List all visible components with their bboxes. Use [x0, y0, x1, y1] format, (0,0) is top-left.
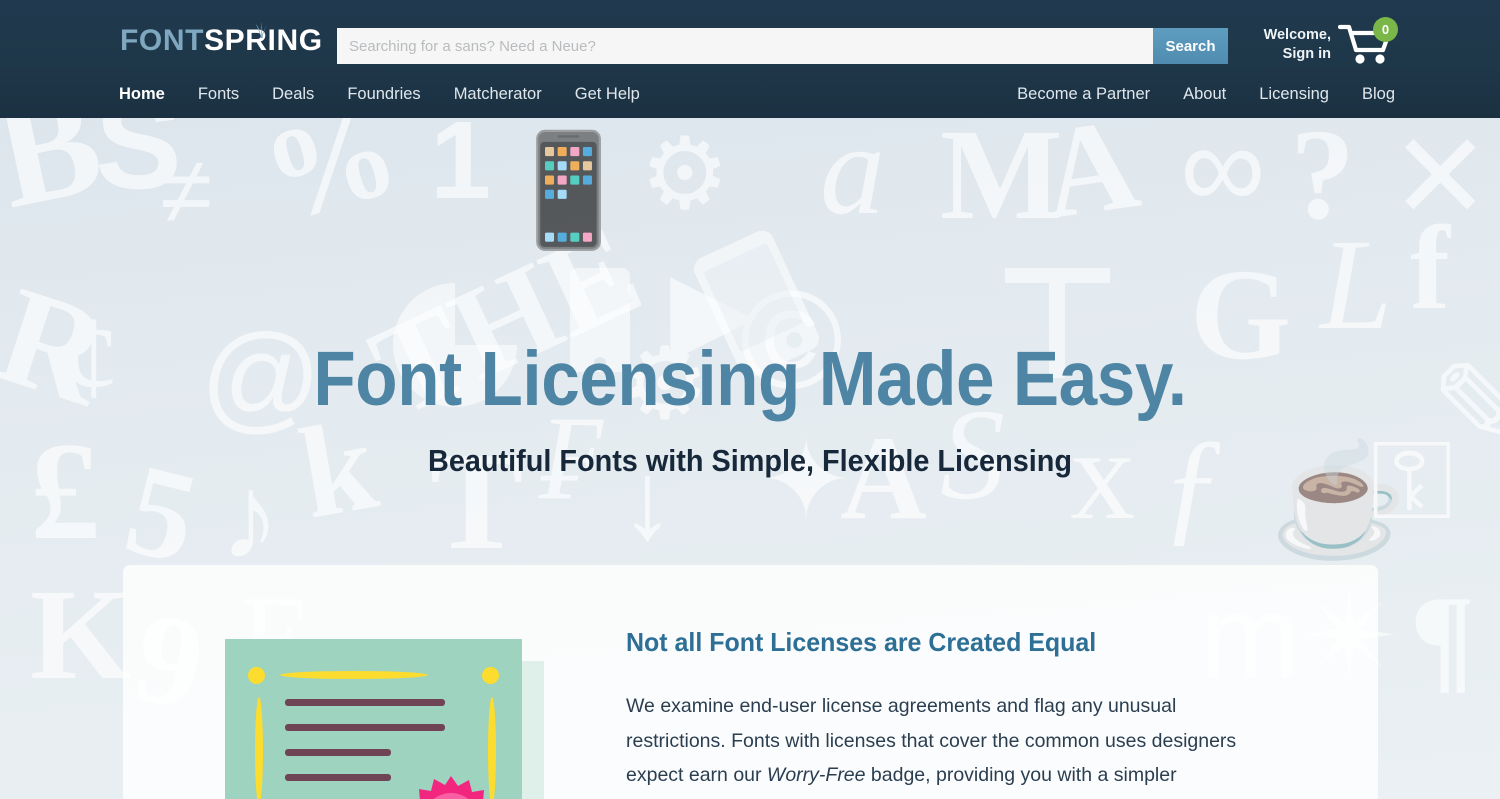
svg-text:¶: ¶	[1410, 571, 1475, 704]
worry-free-badge: Worry Free!	[405, 775, 497, 799]
hero-section: B S ≠ % 1 R ¢ ⚙ a M A ∞ ? ✕ © G L	[0, 118, 1500, 799]
certificate-text-line	[285, 749, 391, 756]
certificate-ornament	[255, 697, 263, 799]
svg-text:📱: 📱	[500, 128, 637, 253]
nav-item-foundries[interactable]: Foundries	[347, 83, 420, 105]
nav-item-about[interactable]: About	[1183, 83, 1226, 105]
nav-item-deals[interactable]: Deals	[272, 83, 314, 105]
sprout-icon	[248, 14, 274, 38]
account-signin-link[interactable]: Welcome, Sign in	[1255, 26, 1331, 64]
certificate-corner-dot	[248, 667, 265, 684]
svg-text:∞: ∞	[1180, 118, 1266, 234]
svg-text:⚙: ⚙	[640, 118, 730, 230]
nav-item-licensing[interactable]: Licensing	[1259, 83, 1329, 105]
nav-item-become-a-partner[interactable]: Become a Partner	[1017, 83, 1150, 105]
hero-title: Font Licensing Made Easy.	[313, 336, 1187, 422]
certificate-text-line	[285, 724, 445, 731]
feature-title: Not all Font Licenses are Created Equal	[626, 627, 1097, 657]
hero-subtitle: Beautiful Fonts with Simple, Flexible Li…	[428, 443, 1072, 478]
feature-body: We examine end-user license agreements a…	[626, 689, 1254, 799]
svg-text:K: K	[30, 563, 131, 707]
primary-navigation: Home Fonts Deals Foundries Matcherator G…	[119, 83, 673, 105]
secondary-navigation: Become a Partner About Licensing Blog	[984, 83, 1395, 105]
cart-button[interactable]: 0	[1337, 17, 1398, 66]
nav-item-blog[interactable]: Blog	[1362, 83, 1395, 105]
svg-text:A: A	[1034, 118, 1147, 247]
search-input[interactable]	[337, 28, 1153, 64]
search-button[interactable]: Search	[1153, 28, 1228, 64]
nav-item-matcherator[interactable]: Matcherator	[454, 83, 542, 105]
cart-count-badge: 0	[1373, 17, 1398, 42]
svg-text:£: £	[30, 414, 100, 569]
welcome-greeting: Welcome,	[1263, 27, 1331, 43]
certificate-text-line	[285, 774, 391, 781]
signin-label: Sign in	[1282, 46, 1331, 62]
search-bar: Search	[337, 28, 1228, 64]
svg-text:ƒ: ƒ	[1160, 413, 1225, 557]
page-root: FONTSPRING Search Welcome, Sign in	[0, 0, 1500, 799]
nav-item-home[interactable]: Home	[119, 83, 165, 105]
svg-text:≠: ≠	[160, 138, 212, 244]
nav-item-get-help[interactable]: Get Help	[575, 83, 640, 105]
certificate-text-line	[285, 699, 445, 706]
site-header: FONTSPRING Search Welcome, Sign in	[0, 0, 1500, 118]
svg-text:1: 1	[430, 118, 491, 222]
feature-body-emphasis: Worry-Free	[766, 764, 866, 786]
site-logo[interactable]: FONTSPRING	[120, 22, 323, 57]
certificate-ornament	[280, 671, 428, 679]
svg-text:%: %	[248, 118, 413, 251]
logo-text-font: FONT	[120, 24, 205, 57]
svg-text:a: a	[820, 118, 885, 242]
feature-content: Not all Font Licenses are Created Equal …	[626, 625, 1266, 799]
feature-card: Worry Free! Not all Font Licenses are Cr…	[123, 565, 1378, 799]
certificate-corner-dot	[482, 667, 499, 684]
nav-item-fonts[interactable]: Fonts	[198, 83, 239, 105]
svg-text:f: f	[1410, 201, 1452, 334]
worry-free-certificate-illustration: Worry Free!	[225, 639, 555, 799]
